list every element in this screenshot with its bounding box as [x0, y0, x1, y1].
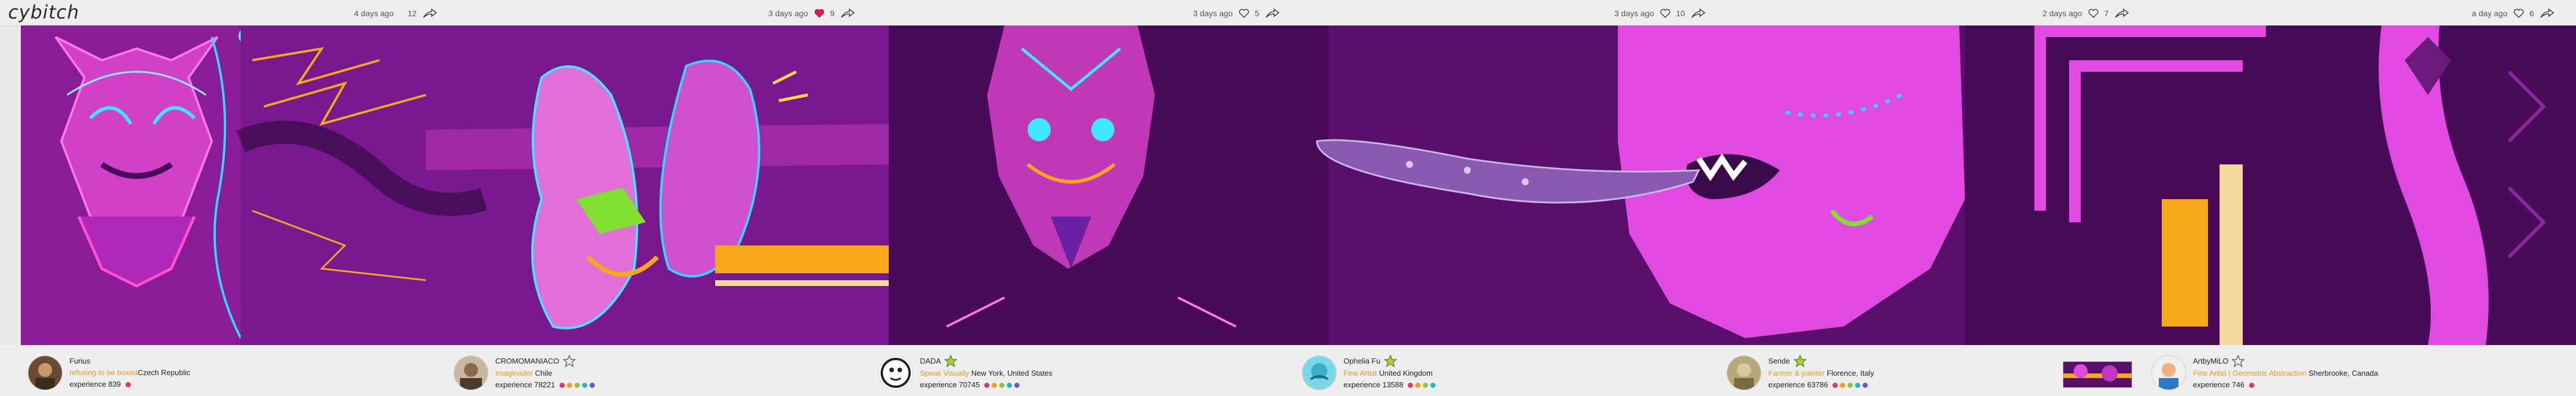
badge-dots [560, 382, 595, 388]
like-count: 12 [407, 9, 417, 18]
heart-outline-icon[interactable] [2514, 9, 2524, 18]
artist-location: United Kingdom [1379, 369, 1433, 377]
artist-info: Sende Farmer & painter Florence, Italy e… [1768, 355, 1874, 391]
artist-role: Farmer & painter [1768, 369, 1825, 377]
heart-filled-icon[interactable] [814, 9, 825, 18]
artwork-thumbnail[interactable] [2063, 361, 2132, 388]
post-meta-3: 3 days ago 5 [1193, 8, 1280, 19]
like-count: 10 [1676, 9, 1686, 18]
artwork-image [21, 25, 2576, 345]
avatar[interactable] [2151, 355, 2186, 390]
artist-name[interactable]: DADA [920, 355, 941, 367]
post-meta-5: 2 days ago 7 [2043, 8, 2129, 19]
like-count: 7 [2104, 9, 2109, 18]
heart-outline-icon[interactable] [2088, 9, 2099, 18]
artist-card[interactable]: ArtbyMiLO Fine Artist | Geometric Abstra… [2151, 355, 2378, 390]
artist-name[interactable]: Ophelia Fu [1344, 355, 1381, 367]
badge-dots [125, 382, 131, 387]
artist-role: Fine Artist [1344, 369, 1377, 377]
artist-role: Speak Visually [920, 369, 970, 377]
star-green-icon [1383, 355, 1397, 368]
avatar[interactable] [454, 355, 488, 390]
artist-experience: experience 78221 [495, 380, 555, 389]
star-green-icon [944, 355, 958, 368]
artist-location: Florence, Italy [1827, 369, 1874, 377]
collaborative-artwork-canvas[interactable] [21, 25, 2576, 345]
artist-info: ArtbyMiLO Fine Artist | Geometric Abstra… [2193, 355, 2378, 391]
star-outline-icon [2232, 355, 2245, 368]
artist-location: Sherbrooke, Canada [2308, 369, 2378, 377]
share-icon[interactable] [840, 8, 855, 19]
post-time: a day ago [2472, 9, 2508, 18]
avatar[interactable] [1727, 355, 1761, 390]
artist-role: Fine Artist | Geometric Abstraction [2193, 369, 2307, 377]
artist-card[interactable]: Furius refusing to be boxedCzech Republi… [28, 355, 190, 390]
artist-card[interactable]: CROMOMANIACO Imaginador Chile experience… [454, 355, 595, 390]
artist-location: New York, United States [971, 369, 1053, 377]
artist-card[interactable]: Sende Farmer & painter Florence, Italy e… [1727, 355, 1874, 390]
share-icon[interactable] [2114, 8, 2129, 19]
post-meta-1: 4 days ago 12 [354, 8, 437, 19]
artist-name[interactable]: CROMOMANIACO [495, 355, 560, 367]
top-bar: cybitch 4 days ago 12 3 days ago 9 3 day… [0, 0, 2576, 26]
artist-location: Czech Republic [137, 368, 190, 377]
avatar[interactable] [1302, 355, 1337, 390]
post-meta-2: 3 days ago 9 [768, 8, 855, 19]
like-count: 6 [2529, 9, 2534, 18]
like-count: 9 [830, 9, 835, 18]
post-time: 3 days ago [1193, 9, 1233, 18]
artist-location: Chile [535, 369, 553, 377]
artist-name[interactable]: ArtbyMiLO [2193, 355, 2228, 367]
artist-name[interactable]: Sende [1768, 355, 1790, 367]
post-time: 4 days ago [354, 9, 394, 18]
artist-experience: experience 70745 [920, 380, 980, 389]
artist-info: Furius refusing to be boxedCzech Republi… [69, 355, 190, 390]
artist-role: Imaginador [495, 369, 533, 377]
badge-dots [1408, 382, 1436, 388]
artist-info: CROMOMANIACO Imaginador Chile experience… [495, 355, 595, 391]
artist-role: refusing to be boxed [69, 368, 138, 377]
artist-experience: experience 13588 [1344, 380, 1404, 389]
badge-dots [984, 382, 1020, 388]
share-icon[interactable] [422, 8, 437, 19]
artist-name[interactable]: Furius [69, 355, 90, 367]
like-count: 5 [1254, 9, 1260, 18]
star-green-icon [1793, 355, 1806, 368]
share-icon[interactable] [1265, 8, 1280, 19]
artist-experience: experience 839 [69, 380, 121, 388]
post-meta-6: a day ago 6 [2472, 8, 2555, 19]
share-icon[interactable] [1691, 8, 1706, 19]
avatar[interactable] [878, 355, 913, 390]
artist-experience: experience 63786 [1768, 380, 1828, 389]
post-time: 2 days ago [2043, 9, 2082, 18]
post-time: 3 days ago [768, 9, 808, 18]
post-time: 3 days ago [1614, 9, 1654, 18]
badge-dots [1832, 382, 1868, 388]
artists-strip: Furius refusing to be boxedCzech Republi… [0, 345, 2576, 396]
artist-info: DADA Speak Visually New York, United Sta… [920, 355, 1053, 391]
artist-experience: experience 746 [2193, 380, 2244, 389]
heart-outline-icon[interactable] [1660, 9, 1670, 18]
post-meta-4: 3 days ago 10 [1614, 8, 1706, 19]
artist-info: Ophelia Fu Fine Artist United Kingdom ex… [1344, 355, 1436, 391]
heart-outline-icon[interactable] [1239, 9, 1249, 18]
share-icon[interactable] [2540, 8, 2555, 19]
artist-card[interactable]: DADA Speak Visually New York, United Sta… [878, 355, 1053, 390]
badge-dots [2249, 382, 2254, 388]
app-logo[interactable]: cybitch [8, 1, 79, 23]
avatar[interactable] [28, 355, 62, 390]
artist-card[interactable]: Ophelia Fu Fine Artist United Kingdom ex… [1302, 355, 1436, 390]
star-outline-icon [562, 355, 576, 368]
